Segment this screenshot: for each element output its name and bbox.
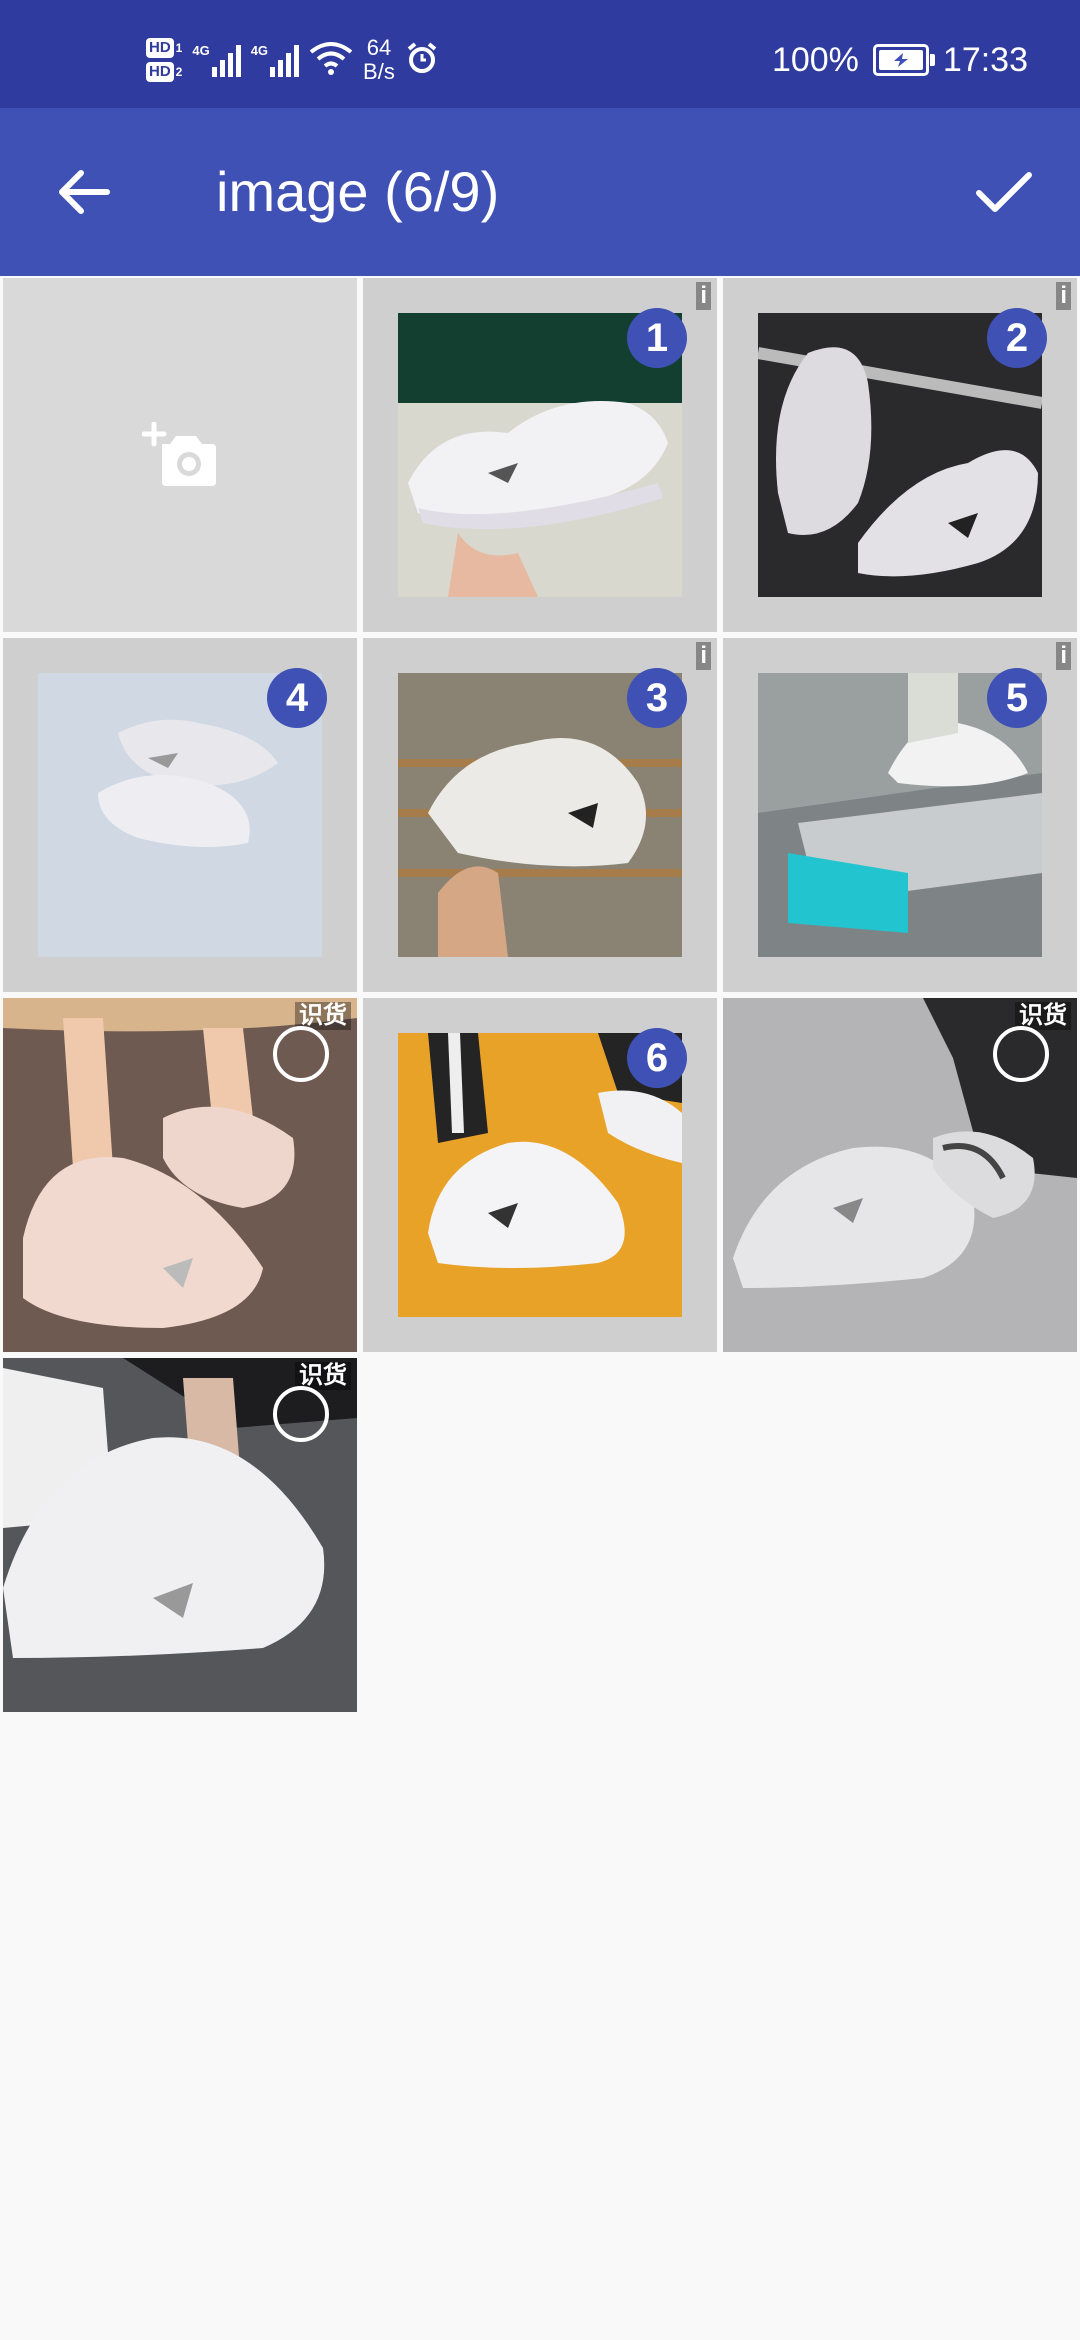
selection-number-badge[interactable]: 6 [627, 1028, 687, 1088]
selection-number-badge[interactable]: 2 [987, 308, 1047, 368]
image-tile[interactable]: 6 [363, 998, 717, 1352]
app-bar: image (6/9) [0, 108, 1080, 276]
battery-charging-icon [872, 44, 935, 76]
wifi-icon [309, 40, 353, 81]
status-bar: HD 1 HD 2 4G 4G 64 B/s 100% 17:33 [0, 0, 1080, 108]
selection-circle[interactable] [273, 1026, 329, 1082]
image-tile[interactable]: i 2 [723, 278, 1077, 632]
battery-percent: 100% [771, 40, 859, 79]
alarm-icon [405, 41, 439, 80]
image-tile[interactable]: 识货 [723, 998, 1077, 1352]
status-left: HD 1 HD 2 4G 4G 64 B/s [146, 34, 439, 86]
photo-tag: i [1056, 642, 1071, 670]
selection-number-badge[interactable]: 3 [627, 668, 687, 728]
back-button[interactable] [44, 152, 124, 232]
selection-number-badge[interactable]: 1 [627, 308, 687, 368]
photo-tag: i [696, 282, 711, 310]
image-tile[interactable]: i 1 [363, 278, 717, 632]
network-speed: 64 B/s [363, 35, 395, 84]
sim1-hd-badge: HD 1 [146, 38, 182, 58]
signal-2-icon: 4G [251, 43, 300, 77]
image-tile[interactable]: 4 [3, 638, 357, 992]
check-icon [976, 172, 1032, 212]
image-tile[interactable]: i 5 [723, 638, 1077, 992]
sim-indicators: HD 1 HD 2 [146, 38, 182, 82]
selection-number-badge[interactable]: 5 [987, 668, 1047, 728]
add-camera-icon [142, 422, 216, 486]
status-right: 100% 17:33 [772, 34, 1028, 86]
clock: 17:33 [942, 40, 1028, 79]
done-button[interactable] [964, 152, 1044, 232]
image-tile[interactable]: 识货 [3, 998, 357, 1352]
image-tile[interactable]: 识货 [3, 1358, 357, 1712]
selection-number-badge[interactable]: 4 [267, 668, 327, 728]
camera-tile[interactable] [3, 278, 357, 632]
photo-tag: i [1056, 282, 1071, 310]
photo-tag: i [696, 642, 711, 670]
sim2-hd-badge: HD 2 [146, 62, 182, 82]
selection-circle[interactable] [993, 1026, 1049, 1082]
signal-1-icon: 4G [192, 43, 241, 77]
page-title: image (6/9) [216, 160, 500, 223]
image-tile[interactable]: i 3 [363, 638, 717, 992]
arrow-back-icon [59, 170, 110, 214]
selection-circle[interactable] [273, 1386, 329, 1442]
